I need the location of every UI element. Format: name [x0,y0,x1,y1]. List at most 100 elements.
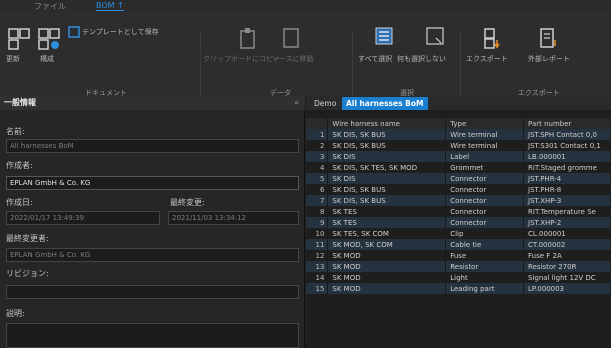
harness-name-cell: SK DIS [327,173,447,184]
table-row[interactable]: 15 SK MOD Leading part LP.000003 [306,283,611,294]
type-cell: Resistor [445,261,525,272]
table-row[interactable]: 5 SK DIS Connector JST.PHR-4 [306,173,611,184]
harness-name-cell: SK MOD [327,261,447,272]
table-row[interactable]: 7 SK DIS, SK BUS Connector JST.XHP-3 [306,195,611,206]
menu-bar: ファイル BOM ↑ [0,0,611,12]
save-template-button[interactable]: テンプレートとして保存 [82,27,159,37]
bom-panel: Demo All harnesses BoM Wire harness name… [306,96,611,348]
harness-name-cell: SK DIS, SK BUS [327,195,447,206]
table-row[interactable]: 8 SK TES Connector RIT.Temperature Se [306,206,611,217]
part-number-cell: RIT.Staged gromme [523,162,611,173]
harness-name-cell: SK DIS [327,151,447,162]
table-row[interactable]: 6 SK DIS, SK BUS Connector JST.PHR-8 [306,184,611,195]
harness-name-cell: SK DIS, SK BUS [327,129,447,140]
revision-field[interactable] [6,285,299,299]
table-row[interactable]: 13 SK MOD Resistor Resistor 270R [306,261,611,272]
deselect-button[interactable]: 何も選択しない [397,54,446,64]
menu-bom[interactable]: BOM ↑ [96,1,124,11]
table-row[interactable]: 12 SK MOD Fuse Fuse F 2A [306,250,611,261]
type-cell: Cable tie [445,239,525,250]
part-number-cell: JST.PHR-8 [523,184,611,195]
description-field[interactable] [6,323,299,348]
deselect-icon [426,27,444,45]
type-cell: Connector [445,206,525,217]
clipboard-icon [240,28,255,49]
row-number: 1 [306,129,329,140]
select-all-button[interactable]: すべて選択 [358,54,392,64]
table-row[interactable]: 1 SK DIS, SK BUS Wire terminal JST.SPH Cont… [306,129,611,140]
name-field[interactable]: All harnesses BoM [6,139,299,153]
copy-clipboard-button[interactable]: クリップボードにコピー [203,54,280,64]
part-number-cell: RIT.Temperature Se [523,206,611,217]
harness-name-cell: SK MOD, SK COM [327,239,447,250]
table-header-row: Wire harness name Type Part number [306,118,611,129]
part-number-cell: JST.PHR-4 [523,173,611,184]
part-number-cell: JST.SPH Contact 0,0 [523,129,611,140]
move-source-icon [283,28,299,48]
created-field: 2022/01/17 13:49:39 [6,211,160,225]
row-number: 2 [306,140,329,151]
name-label: 名前: [6,127,25,136]
table-row[interactable]: 2 SK DIS, SK BUS Wire terminal JST.S301 Con… [306,140,611,151]
select-all-icon [375,27,393,45]
modifier-field: EPLAN GmbH & Co. KG [6,248,299,262]
tab-demo[interactable]: Demo [310,97,340,110]
column-header[interactable]: Type [445,118,525,129]
save-template-icon [68,26,80,38]
tab-all-harnesses-bom[interactable]: All harnesses BoM [342,97,428,110]
type-cell: Wire terminal [445,140,525,151]
column-header[interactable]: Wire harness name [327,118,447,129]
modifier-label: 最終変更者: [6,234,49,243]
export-button[interactable]: エクスポート [466,54,508,64]
row-number: 4 [306,162,329,173]
row-number: 6 [306,184,329,195]
table-row[interactable]: 9 SK TES Connector JST.XHP-2 [306,217,611,228]
type-cell: Connector [445,184,525,195]
column-header[interactable]: Part number [523,118,611,129]
row-number: 10 [306,228,329,239]
move-source-button[interactable]: ソースに移動 [272,54,314,64]
column-header[interactable] [306,118,329,129]
author-field[interactable]: EPLAN GmbH & Co. KG [6,176,299,190]
update-icon [8,28,30,50]
harness-name-cell: SK TES, SK COM [327,228,447,239]
harness-name-cell: SK MOD [327,272,447,283]
part-number-cell: JST.XHP-3 [523,195,611,206]
type-cell: Connector [445,195,525,206]
created-label: 作成日: [6,198,33,207]
row-number: 5 [306,173,329,184]
part-number-cell: LB.000001 [523,151,611,162]
update-button[interactable]: 更新 [6,54,20,64]
author-label: 作成者: [6,161,33,170]
row-number: 13 [306,261,329,272]
external-report-button[interactable]: 外部レポート [528,54,570,64]
table-row[interactable]: 4 SK DIS, SK TES, SK MOD Grommet RIT.Staged… [306,162,611,173]
description-label: 説明: [6,309,25,318]
type-cell: Grommet [445,162,525,173]
panel-header: 一般情報 « [0,96,305,110]
table-row[interactable]: 14 SK MOD Light Signal light 12V DC [306,272,611,283]
part-number-cell: JST.XHP-2 [523,217,611,228]
row-number: 15 [306,283,329,294]
type-cell: Connector [445,217,525,228]
part-number-cell: CL.000001 [523,228,611,239]
revision-label: リビジョン: [6,269,49,278]
modified-field: 2021/11/03 13:34:12 [168,211,299,225]
harness-name-cell: SK DIS, SK BUS [327,184,447,195]
compose-button[interactable]: 構成 [40,54,54,64]
harness-name-cell: SK DIS, SK TES, SK MOD [327,162,447,173]
row-number: 14 [306,272,329,283]
type-cell: Leading part [445,283,525,294]
table-row[interactable]: 3 SK DIS Label LB.000001 [306,151,611,162]
table-row[interactable]: 10 SK TES, SK COM Clip CL.000001 [306,228,611,239]
collapse-icon[interactable]: « [294,96,299,110]
harness-name-cell: SK TES [327,206,447,217]
part-number-cell: LP.000003 [523,283,611,294]
type-cell: Fuse [445,250,525,261]
type-cell: Clip [445,228,525,239]
type-cell: Connector [445,173,525,184]
menu-file[interactable]: ファイル [34,1,66,12]
export-icon [484,28,500,49]
table-row[interactable]: 11 SK MOD, SK COM Cable tie CT.000002 [306,239,611,250]
harness-name-cell: SK TES [327,217,447,228]
